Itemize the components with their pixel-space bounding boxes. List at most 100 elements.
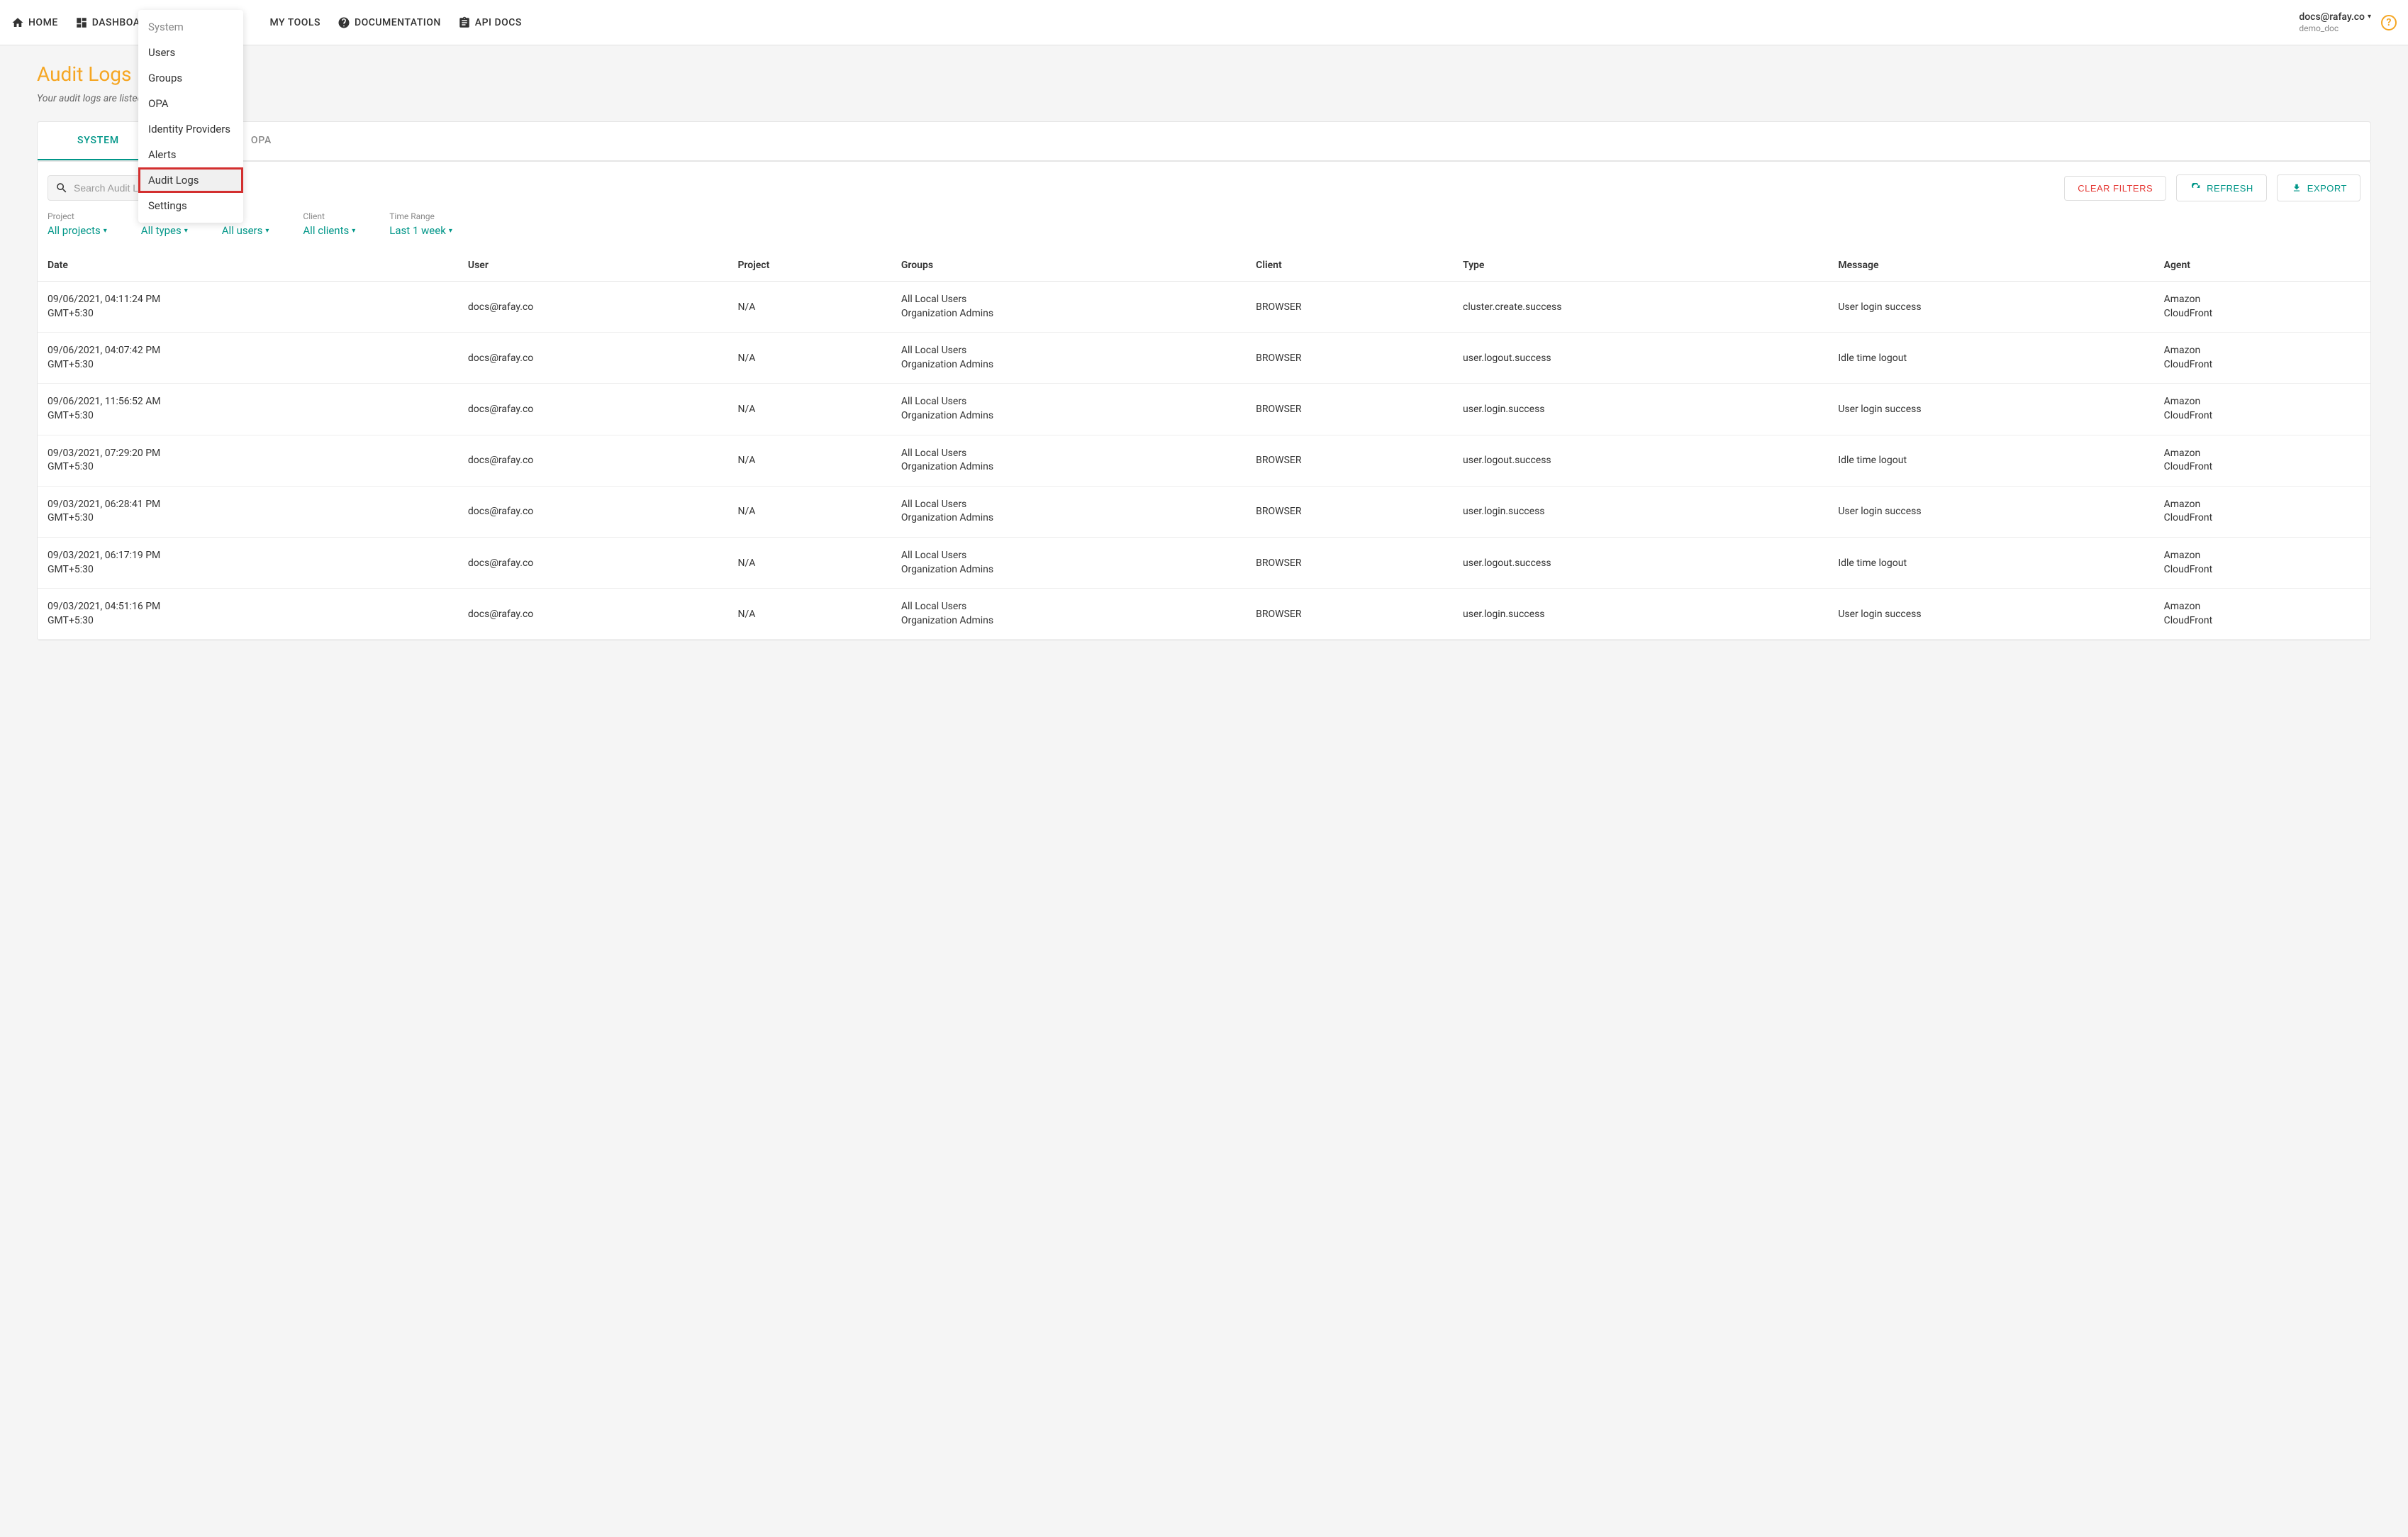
groups-line1: All Local Users [901, 600, 1236, 614]
dropdown-identity-providers[interactable]: Identity Providers [138, 116, 243, 142]
export-button[interactable]: EXPORT [2277, 174, 2360, 201]
cell-agent: Amazon CloudFront [2154, 282, 2370, 333]
topnav-right: docs@rafay.co ▾ demo_doc ? [2299, 11, 2397, 33]
cell-message: User login success [1828, 589, 2153, 640]
date-line1: 09/03/2021, 04:51:16 PM [48, 600, 448, 614]
top-navigation: HOME DASHBOARD MY TOOLS DOCUMENTATION AP… [0, 0, 2408, 45]
dropdown-users[interactable]: Users [138, 40, 243, 65]
agent-line2: CloudFront [2164, 409, 2360, 423]
agent-line2: CloudFront [2164, 614, 2360, 628]
groups-line1: All Local Users [901, 447, 1236, 461]
cell-date: 09/06/2021, 11:56:52 AM GMT+5:30 [38, 384, 458, 435]
filter-time-label: Time Range [389, 211, 452, 221]
agent-line1: Amazon [2164, 293, 2360, 307]
groups-line2: Organization Admins [901, 511, 1236, 526]
cell-project: N/A [728, 333, 891, 384]
cell-message: Idle time logout [1828, 333, 2153, 384]
agent-line2: CloudFront [2164, 563, 2360, 577]
controls-row: CLEAR FILTERS REFRESH EXPORT [38, 162, 2370, 209]
page-content: Audit Logs Your audit logs are listed SY… [0, 45, 2408, 640]
agent-line1: Amazon [2164, 549, 2360, 563]
filter-type-value[interactable]: All types ▾ [141, 224, 188, 237]
search-icon [55, 182, 68, 194]
date-line2: GMT+5:30 [48, 409, 448, 423]
filter-client-value[interactable]: All clients ▾ [303, 224, 355, 237]
caret-down-icon: ▾ [352, 227, 355, 235]
agent-line1: Amazon [2164, 447, 2360, 461]
cell-user: docs@rafay.co [458, 282, 728, 333]
cell-message: User login success [1828, 282, 2153, 333]
filter-time-value[interactable]: Last 1 week ▾ [389, 224, 452, 237]
nav-home[interactable]: HOME [11, 16, 58, 29]
filter-time-range: Time Range Last 1 week ▾ [389, 211, 452, 237]
cell-user: docs@rafay.co [458, 435, 728, 486]
home-icon [11, 16, 24, 29]
cell-type: user.logout.success [1453, 435, 1828, 486]
date-line2: GMT+5:30 [48, 358, 448, 372]
nav-documentation-label: DOCUMENTATION [355, 17, 441, 28]
filter-client-text: All clients [303, 224, 349, 237]
agent-line2: CloudFront [2164, 358, 2360, 372]
help-icon[interactable]: ? [2381, 15, 2397, 30]
agent-line1: Amazon [2164, 395, 2360, 409]
date-line2: GMT+5:30 [48, 563, 448, 577]
caret-down-icon: ▾ [265, 227, 269, 235]
th-message: Message [1828, 250, 2153, 282]
date-line1: 09/03/2021, 06:28:41 PM [48, 498, 448, 512]
nav-home-label: HOME [28, 17, 58, 28]
nav-api-docs[interactable]: API DOCS [458, 16, 522, 29]
dropdown-alerts[interactable]: Alerts [138, 142, 243, 167]
dropdown-audit-logs[interactable]: Audit Logs [138, 167, 243, 193]
table-row: 09/03/2021, 04:51:16 PM GMT+5:30 docs@ra… [38, 589, 2370, 640]
cell-project: N/A [728, 435, 891, 486]
page-title: Audit Logs [37, 62, 2371, 86]
export-label: EXPORT [2307, 183, 2347, 194]
filter-user-value[interactable]: All users ▾ [222, 224, 269, 237]
th-date: Date [38, 250, 458, 282]
refresh-button[interactable]: REFRESH [2176, 174, 2267, 201]
filter-project-value[interactable]: All projects ▾ [48, 224, 107, 237]
table-row: 09/06/2021, 11:56:52 AM GMT+5:30 docs@ra… [38, 384, 2370, 435]
filter-project-text: All projects [48, 224, 101, 237]
cell-date: 09/03/2021, 04:51:16 PM GMT+5:30 [38, 589, 458, 640]
th-agent: Agent [2154, 250, 2370, 282]
cell-user: docs@rafay.co [458, 333, 728, 384]
cell-message: User login success [1828, 384, 2153, 435]
cell-user: docs@rafay.co [458, 486, 728, 537]
tabs-card: SYSTEM OPA [37, 121, 2371, 162]
user-menu[interactable]: docs@rafay.co ▾ demo_doc [2299, 11, 2371, 33]
cell-project: N/A [728, 486, 891, 537]
cell-client: BROWSER [1246, 333, 1453, 384]
cell-client: BROWSER [1246, 537, 1453, 588]
cell-type: user.logout.success [1453, 537, 1828, 588]
nav-documentation[interactable]: DOCUMENTATION [338, 16, 441, 29]
date-line2: GMT+5:30 [48, 307, 448, 321]
cell-project: N/A [728, 384, 891, 435]
cell-date: 09/06/2021, 04:07:42 PM GMT+5:30 [38, 333, 458, 384]
cell-message: Idle time logout [1828, 537, 2153, 588]
tabs: SYSTEM OPA [38, 122, 2370, 161]
clear-filters-button[interactable]: CLEAR FILTERS [2064, 176, 2166, 201]
cell-date: 09/06/2021, 04:11:24 PM GMT+5:30 [38, 282, 458, 333]
dropdown-opa[interactable]: OPA [138, 91, 243, 116]
dropdown-settings[interactable]: Settings [138, 193, 243, 218]
agent-line2: CloudFront [2164, 460, 2360, 475]
cell-type: user.login.success [1453, 384, 1828, 435]
cell-user: docs@rafay.co [458, 589, 728, 640]
cell-groups: All Local Users Organization Admins [891, 333, 1246, 384]
caret-down-icon: ▾ [184, 227, 188, 235]
audit-log-table: Date User Project Groups Client Type Mes… [38, 250, 2370, 640]
caret-down-icon: ▾ [104, 227, 107, 235]
agent-line2: CloudFront [2164, 307, 2360, 321]
date-line2: GMT+5:30 [48, 614, 448, 628]
th-type: Type [1453, 250, 1828, 282]
groups-line1: All Local Users [901, 498, 1236, 512]
dropdown-groups[interactable]: Groups [138, 65, 243, 91]
groups-line2: Organization Admins [901, 358, 1236, 372]
cell-agent: Amazon CloudFront [2154, 435, 2370, 486]
caret-down-icon: ▾ [449, 227, 452, 235]
cell-groups: All Local Users Organization Admins [891, 435, 1246, 486]
cell-client: BROWSER [1246, 282, 1453, 333]
table-row: 09/06/2021, 04:11:24 PM GMT+5:30 docs@ra… [38, 282, 2370, 333]
nav-my-tools[interactable]: MY TOOLS [270, 17, 320, 28]
